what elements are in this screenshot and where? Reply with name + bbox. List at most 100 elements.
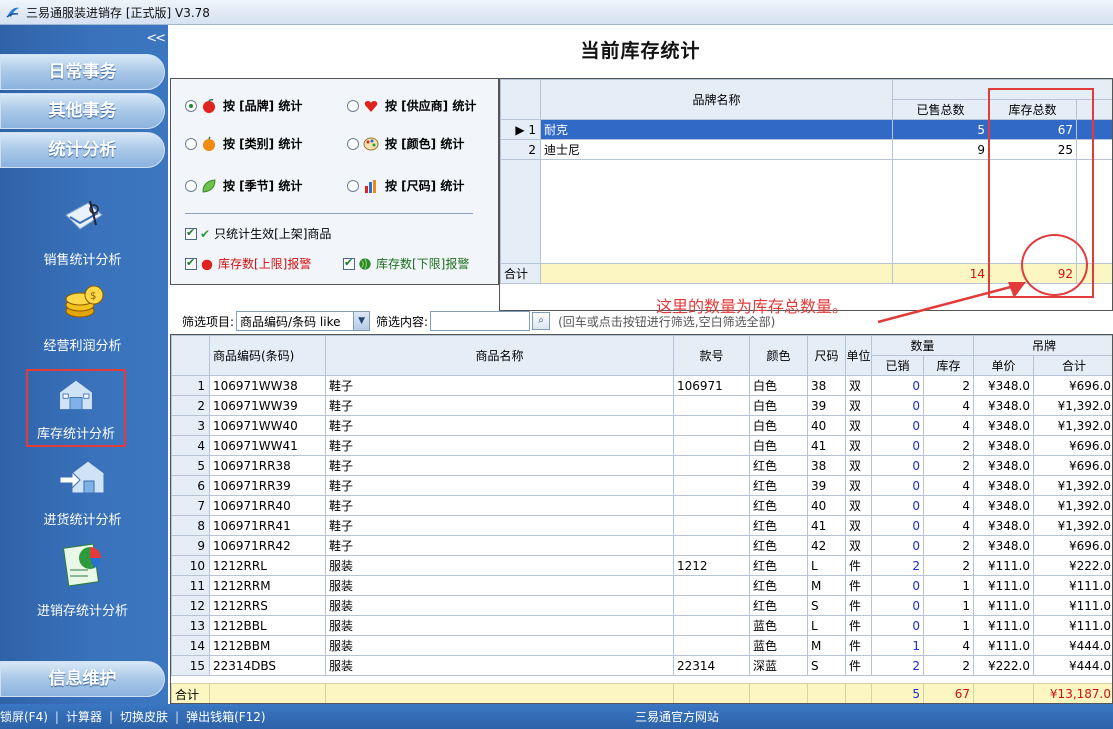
cell-color[interactable]: 红色 <box>749 495 808 516</box>
cell-unit[interactable]: 双 <box>845 515 872 536</box>
official-site-link[interactable]: 三易通官方网站 <box>635 708 719 725</box>
cell-sold[interactable]: 0 <box>871 535 924 556</box>
nav-daily-affairs[interactable]: 日常事务 <box>0 54 165 90</box>
cell-name[interactable]: 鞋子 <box>325 535 674 556</box>
cell-style[interactable] <box>673 515 750 536</box>
table-row[interactable]: 9 106971RR42 鞋子 红色 42 双 0 2 ¥348.0 ¥696.0 <box>171 535 1112 556</box>
cell-unit[interactable]: 件 <box>845 615 872 636</box>
cell-brand-name[interactable]: 迪士尼 <box>540 139 893 160</box>
header-tag-price[interactable]: 单价 <box>973 355 1035 376</box>
cell-name[interactable]: 鞋子 <box>325 475 674 496</box>
cell-unit[interactable]: 双 <box>845 495 872 516</box>
cell-sold[interactable]: 0 <box>871 375 924 396</box>
cell-total[interactable]: ¥696.0 <box>1033 375 1112 396</box>
calculator-link[interactable]: 计算器 <box>66 708 102 725</box>
cell-stock[interactable]: 2 <box>922 455 975 476</box>
radio-season[interactable] <box>185 179 197 192</box>
cell-code[interactable]: 106971WW40 <box>209 415 326 436</box>
cell-total[interactable]: ¥111.0 <box>1033 575 1112 596</box>
header-name[interactable]: 商品名称 <box>325 335 674 376</box>
cell-stock[interactable]: 4 <box>922 495 975 516</box>
checkbox[interactable] <box>185 226 197 240</box>
cell-style[interactable]: 1212 <box>673 555 750 576</box>
cell-total[interactable]: ¥1,392.0 <box>1033 475 1112 496</box>
table-row[interactable]: 11 1212RRM 服装 红色 M 件 0 1 ¥111.0 ¥111.0 <box>171 575 1112 596</box>
cell-name[interactable]: 服装 <box>325 595 674 616</box>
cell-code[interactable]: 106971WW41 <box>209 435 326 456</box>
cell-unit[interactable]: 件 <box>845 575 872 596</box>
cell-style[interactable] <box>673 495 750 516</box>
cell-color[interactable]: 红色 <box>749 475 808 496</box>
cell-unit[interactable]: 双 <box>845 375 872 396</box>
cell-sold[interactable]: 0 <box>871 395 924 416</box>
cell-code[interactable]: 106971RR38 <box>209 455 326 476</box>
filter-search-button[interactable]: ⌕ <box>532 312 551 330</box>
check-upper-alarm[interactable]: 库存数[上限]报警 <box>185 255 311 272</box>
cell-size[interactable]: M <box>807 635 846 656</box>
cell-sold[interactable]: 9 <box>892 139 989 160</box>
header-code[interactable]: 商品编码(条码) <box>209 335 326 376</box>
option-by-category[interactable]: 按 [类别] 统计 <box>185 135 302 152</box>
cell-code[interactable]: 22314DBS <box>209 655 326 676</box>
cell-color[interactable]: 深蓝 <box>749 655 808 676</box>
cell-code[interactable]: 1212RRM <box>209 575 326 596</box>
cell-name[interactable]: 鞋子 <box>325 495 674 516</box>
cell-sold[interactable]: 0 <box>871 615 924 636</box>
cell-sold[interactable]: 0 <box>871 515 924 536</box>
cell-color[interactable]: 蓝色 <box>749 615 808 636</box>
checkbox[interactable] <box>343 256 355 270</box>
cell-total[interactable]: ¥1,392.0 <box>1033 515 1112 536</box>
cell-unit[interactable]: 双 <box>845 455 872 476</box>
cell-sold[interactable]: 0 <box>871 595 924 616</box>
cell-stock[interactable]: 4 <box>922 635 975 656</box>
cell-sold[interactable]: 0 <box>871 415 924 436</box>
nav-statistics[interactable]: 统计分析 <box>0 132 165 168</box>
cell-unit[interactable]: 双 <box>845 535 872 556</box>
cell-price[interactable]: ¥111.0 <box>973 575 1035 596</box>
option-by-color[interactable]: 按 [颜色] 统计 <box>347 135 464 152</box>
cell-size[interactable]: 41 <box>807 515 846 536</box>
radio-size[interactable] <box>347 179 359 192</box>
open-cash-drawer-link[interactable]: 弹出钱箱(F12) <box>186 708 266 725</box>
cell-unit[interactable]: 双 <box>845 415 872 436</box>
cell-code[interactable]: 1212RRL <box>209 555 326 576</box>
cell-price[interactable]: ¥348.0 <box>973 435 1035 456</box>
lock-screen-link[interactable]: 锁屏(F4) <box>0 708 48 725</box>
cell-color[interactable]: 白色 <box>749 375 808 396</box>
cell-total[interactable]: ¥444.0 <box>1033 655 1112 676</box>
table-row[interactable]: 15 22314DBS 服装 22314 深蓝 S 件 2 2 ¥222.0 ¥444.0 <box>171 655 1112 676</box>
cell-name[interactable]: 鞋子 <box>325 395 674 416</box>
cell-unit[interactable]: 件 <box>845 595 872 616</box>
cell-sold[interactable]: 2 <box>871 555 924 576</box>
cell-price[interactable]: ¥348.0 <box>973 515 1035 536</box>
table-row[interactable]: 7 106971RR40 鞋子 红色 40 双 0 4 ¥348.0 ¥1,392.0 <box>171 495 1112 516</box>
sidebar-item-profit-analysis[interactable]: $ 经营利润分析 <box>0 281 165 354</box>
cell-size[interactable]: 38 <box>807 455 846 476</box>
cell-code[interactable]: 106971RR42 <box>209 535 326 556</box>
cell-code[interactable]: 1212RRS <box>209 595 326 616</box>
cell-stock[interactable]: 4 <box>922 475 975 496</box>
cell-color[interactable]: 红色 <box>749 515 808 536</box>
cell-name[interactable]: 服装 <box>325 615 674 636</box>
cell-price[interactable]: ¥111.0 <box>973 615 1035 636</box>
checkbox[interactable] <box>185 256 197 270</box>
cell-name[interactable]: 鞋子 <box>325 375 674 396</box>
radio-supplier[interactable] <box>347 99 359 112</box>
sidebar-item-sales-analysis[interactable]: 销售统计分析 <box>0 195 165 268</box>
header-style[interactable]: 款号 <box>673 335 750 376</box>
cell-stock[interactable]: 2 <box>922 655 975 676</box>
cell-style[interactable] <box>673 435 750 456</box>
cell-sold[interactable]: 1 <box>871 635 924 656</box>
cell-total[interactable]: ¥111.0 <box>1033 595 1112 616</box>
switch-skin-link[interactable]: 切换皮肤 <box>120 708 168 725</box>
cell-style[interactable] <box>673 595 750 616</box>
table-row[interactable]: 12 1212RRS 服装 红色 S 件 0 1 ¥111.0 ¥111.0 <box>171 595 1112 616</box>
header-color[interactable]: 颜色 <box>749 335 808 376</box>
table-row[interactable]: 13 1212BBL 服装 蓝色 L 件 0 1 ¥111.0 ¥111.0 <box>171 615 1112 636</box>
sidebar-item-purchase-analysis[interactable]: 进货统计分析 <box>0 455 165 528</box>
cell-unit[interactable]: 双 <box>845 475 872 496</box>
header-size[interactable]: 尺码 <box>807 335 846 376</box>
cell-name[interactable]: 鞋子 <box>325 415 674 436</box>
cell-price[interactable]: ¥111.0 <box>973 555 1035 576</box>
cell-style[interactable] <box>673 395 750 416</box>
